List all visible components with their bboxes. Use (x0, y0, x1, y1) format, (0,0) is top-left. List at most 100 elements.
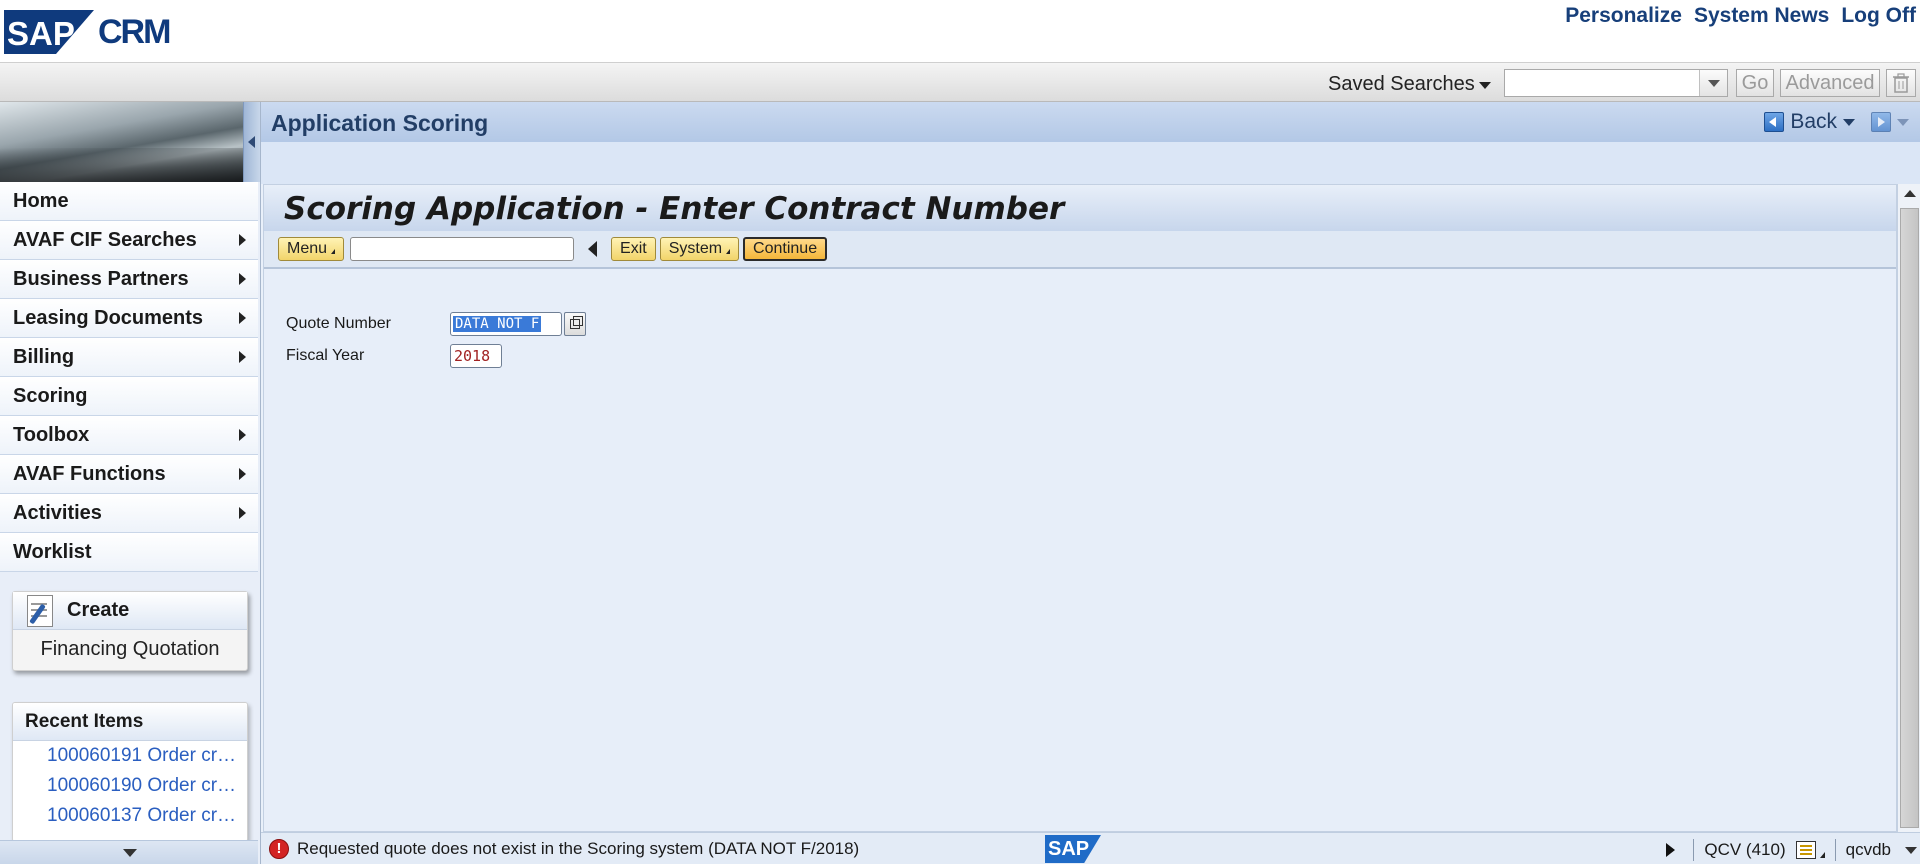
nav-item-label: Toolbox (13, 423, 90, 446)
chevron-right-icon (239, 507, 246, 519)
chevron-down-icon[interactable] (1843, 118, 1855, 126)
fiscal-year-label: Fiscal Year (286, 347, 365, 364)
sap-logo-icon: SAP (4, 10, 94, 54)
recent-items-header: Recent Items (13, 703, 247, 741)
recent-items-title: Recent Items (25, 710, 144, 732)
nav-item-label: Home (13, 189, 69, 212)
crm-logo-text: CRM (98, 12, 171, 51)
chevron-right-icon (239, 273, 246, 285)
scroll-up-icon[interactable] (1904, 190, 1916, 197)
system-id: QCV (410) (1704, 840, 1786, 859)
chevron-down-icon (1478, 82, 1491, 89)
vertical-scrollbar[interactable] (1897, 184, 1920, 832)
system-button-label: System (668, 240, 723, 257)
menu-button-label: Menu (287, 240, 328, 257)
gui-toolbar: Menu Exit System Continue (264, 231, 1896, 269)
left-navigation: Home AVAF CIF Searches Business Partners… (0, 102, 260, 864)
app-title-bar: Application Scoring Back (261, 102, 1920, 142)
chevron-down-icon[interactable] (1905, 846, 1917, 854)
create-label: Create (67, 599, 130, 621)
scrollbar-thumb[interactable] (1900, 208, 1919, 828)
recent-item[interactable]: 100060190 Order cr… (13, 771, 247, 801)
nav-item-label: Scoring (13, 384, 88, 407)
saved-search-select[interactable] (1504, 69, 1728, 97)
nav-list: Home AVAF CIF Searches Business Partners… (0, 182, 258, 572)
saved-searches-dropdown[interactable]: Saved Searches (1328, 73, 1491, 96)
trash-icon (1893, 73, 1909, 93)
menu-button[interactable]: Menu (278, 237, 345, 261)
quote-number-label: Quote Number (286, 315, 391, 332)
separator (1834, 839, 1836, 861)
chevron-down-icon (123, 849, 137, 857)
exit-button[interactable]: Exit (611, 237, 656, 261)
header-links: Personalize System News Log Off (1565, 4, 1916, 28)
chevron-right-icon (239, 234, 246, 246)
nav-item-label: Leasing Documents (13, 306, 204, 329)
create-financing-quotation-link[interactable]: Financing Quotation (13, 638, 247, 661)
nav-item-avaf-cif-searches[interactable]: AVAF CIF Searches (0, 221, 258, 260)
work-area-subbar (261, 142, 1920, 184)
continue-button[interactable]: Continue (743, 237, 828, 261)
nav-item-leasing-documents[interactable]: Leasing Documents (0, 299, 258, 338)
command-history-arrow-icon[interactable] (588, 241, 598, 257)
server-name: qcvdb (1845, 840, 1891, 859)
expand-status-icon[interactable] (1666, 843, 1676, 857)
back-arrow-icon[interactable] (1764, 112, 1785, 132)
system-news-link[interactable]: System News (1694, 4, 1829, 28)
chevron-left-icon (248, 136, 255, 148)
chevron-right-icon (239, 468, 246, 480)
chevron-right-icon (239, 429, 246, 441)
dropdown-corner-icon (726, 248, 731, 254)
advanced-button[interactable]: Advanced (1780, 69, 1880, 97)
sap-logo-icon: SAP (1045, 835, 1101, 863)
quote-number-value: DATA NOT F (453, 316, 542, 332)
separator (1693, 839, 1695, 861)
session-info-icon[interactable] (1795, 841, 1816, 859)
history-navigation: Back (1764, 110, 1909, 134)
search-strip: Saved Searches Go Advanced (0, 62, 1920, 102)
top-header: SAP CRM Personalize System News Log Off (0, 0, 1920, 62)
sap-crm-logo: SAP CRM (4, 10, 171, 54)
forward-arrow-icon[interactable] (1871, 112, 1891, 132)
log-off-link[interactable]: Log Off (1841, 4, 1916, 28)
nav-item-activities[interactable]: Activities (0, 494, 258, 533)
fiscal-year-input[interactable]: 2018 (450, 344, 502, 368)
nav-item-scoring[interactable]: Scoring (0, 377, 258, 416)
back-button[interactable]: Back (1790, 110, 1837, 134)
main-area: Application Scoring Back Scoring Applica… (260, 102, 1920, 864)
nav-item-business-partners[interactable]: Business Partners (0, 260, 258, 299)
quote-number-input[interactable]: DATA NOT F (450, 312, 562, 336)
recent-item[interactable]: 100060137 Order cr… (13, 801, 247, 831)
nav-item-billing[interactable]: Billing (0, 338, 258, 377)
recent-item[interactable]: 100060191 Order cr… (13, 741, 247, 771)
nav-item-label: AVAF Functions (13, 462, 166, 485)
nav-item-label: Billing (13, 345, 75, 368)
personalize-link[interactable]: Personalize (1565, 4, 1682, 28)
delete-search-button[interactable] (1886, 69, 1916, 97)
nav-item-home[interactable]: Home (0, 182, 258, 221)
dropdown-corner-icon (1819, 852, 1825, 858)
chevron-down-icon[interactable] (1897, 118, 1909, 126)
create-document-icon (23, 593, 59, 629)
nav-item-toolbox[interactable]: Toolbox (0, 416, 258, 455)
nav-item-label: Activities (13, 501, 102, 524)
status-message: Requested quote does not exist in the Sc… (297, 839, 860, 858)
select-dropdown-button[interactable] (1699, 70, 1727, 96)
nav-scroll-down-button[interactable] (0, 840, 258, 864)
command-field[interactable] (350, 237, 575, 261)
nav-item-label: Worklist (13, 540, 92, 563)
nav-item-avaf-functions[interactable]: AVAF Functions (0, 455, 258, 494)
system-button[interactable]: System (659, 237, 740, 261)
gui-title: Scoring Application - Enter Contract Num… (284, 191, 1065, 227)
recent-items-panel: Recent Items 100060191 Order cr… 1000601… (12, 702, 248, 842)
create-header: Create (13, 592, 247, 630)
go-button[interactable]: Go (1736, 69, 1774, 97)
collapse-nav-handle[interactable] (243, 102, 260, 182)
chevron-down-icon (1708, 80, 1720, 87)
nav-item-label: AVAF CIF Searches (13, 228, 197, 251)
create-panel: Create Financing Quotation (12, 591, 248, 671)
sap-gui-panel: Scoring Application - Enter Contract Num… (263, 184, 1897, 832)
nav-item-worklist[interactable]: Worklist (0, 533, 258, 572)
saved-searches-label: Saved Searches (1328, 73, 1475, 95)
value-help-icon[interactable] (564, 312, 586, 336)
